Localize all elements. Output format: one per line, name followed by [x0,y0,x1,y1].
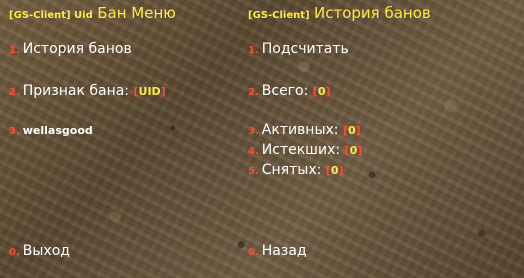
ban-menu-title: [GS-Client] Uid Бан Меню [9,4,176,25]
bracket-close: ] [338,164,344,177]
item-number: 0. [9,247,20,258]
item-number: 5. [248,166,259,177]
item-label: Истекших: [261,142,341,158]
menu-item-active[interactable]: 3. Активных: [0] [248,121,361,141]
menu-item-total[interactable]: 2. Всего: [0] [248,82,331,102]
menu-item-removed[interactable]: 5. Снятых: [0] [248,161,344,181]
menu-item-count[interactable]: 1. Подсчитать [248,40,349,60]
active-count-value: 0 [348,124,356,137]
item-label: Признак бана: [22,83,130,99]
ban-history-title: [GS-Client] История банов [248,4,431,25]
item-label: Назад [261,243,307,259]
item-label: Выход [22,243,70,259]
item-number: 0. [248,247,259,258]
item-number: 2. [9,87,20,98]
ban-sign-value: UID [138,85,161,98]
bracket-close: ] [325,85,331,98]
item-label: Активных: [261,122,339,138]
menu-item-exit[interactable]: 0. Выход [9,242,70,262]
item-label: История банов [22,41,132,57]
menu-item-ban-sign[interactable]: 2. Признак бана: [UID] [9,82,166,102]
bracket-close: ] [357,144,363,157]
ban-menu-title-prefix: [GS-Client] Uid [9,10,93,21]
player-nickname: wellasgood [22,124,93,137]
bracket-close: ] [160,85,166,98]
bracket-close: ] [355,124,361,137]
item-number: 1. [9,45,20,56]
ban-history-title-prefix: [GS-Client] [248,10,310,21]
menu-item-back[interactable]: 0. Назад [248,242,307,262]
item-number: 4. [248,146,259,157]
menu-item-player[interactable]: 3. wellasgood [9,121,93,141]
item-label: Всего: [261,83,309,99]
item-number: 1. [248,45,259,56]
item-number: 3. [9,126,20,137]
menu-item-ban-history[interactable]: 1. История банов [9,40,132,60]
ban-history-title-text: История банов [314,4,431,22]
ban-menu-title-text: Бан Меню [97,4,176,22]
menu-item-expired[interactable]: 4. Истекших: [0] [248,141,362,161]
item-label: Снятых: [261,162,322,178]
item-number: 3. [248,126,259,137]
item-number: 2. [248,87,259,98]
item-label: Подсчитать [261,41,349,57]
